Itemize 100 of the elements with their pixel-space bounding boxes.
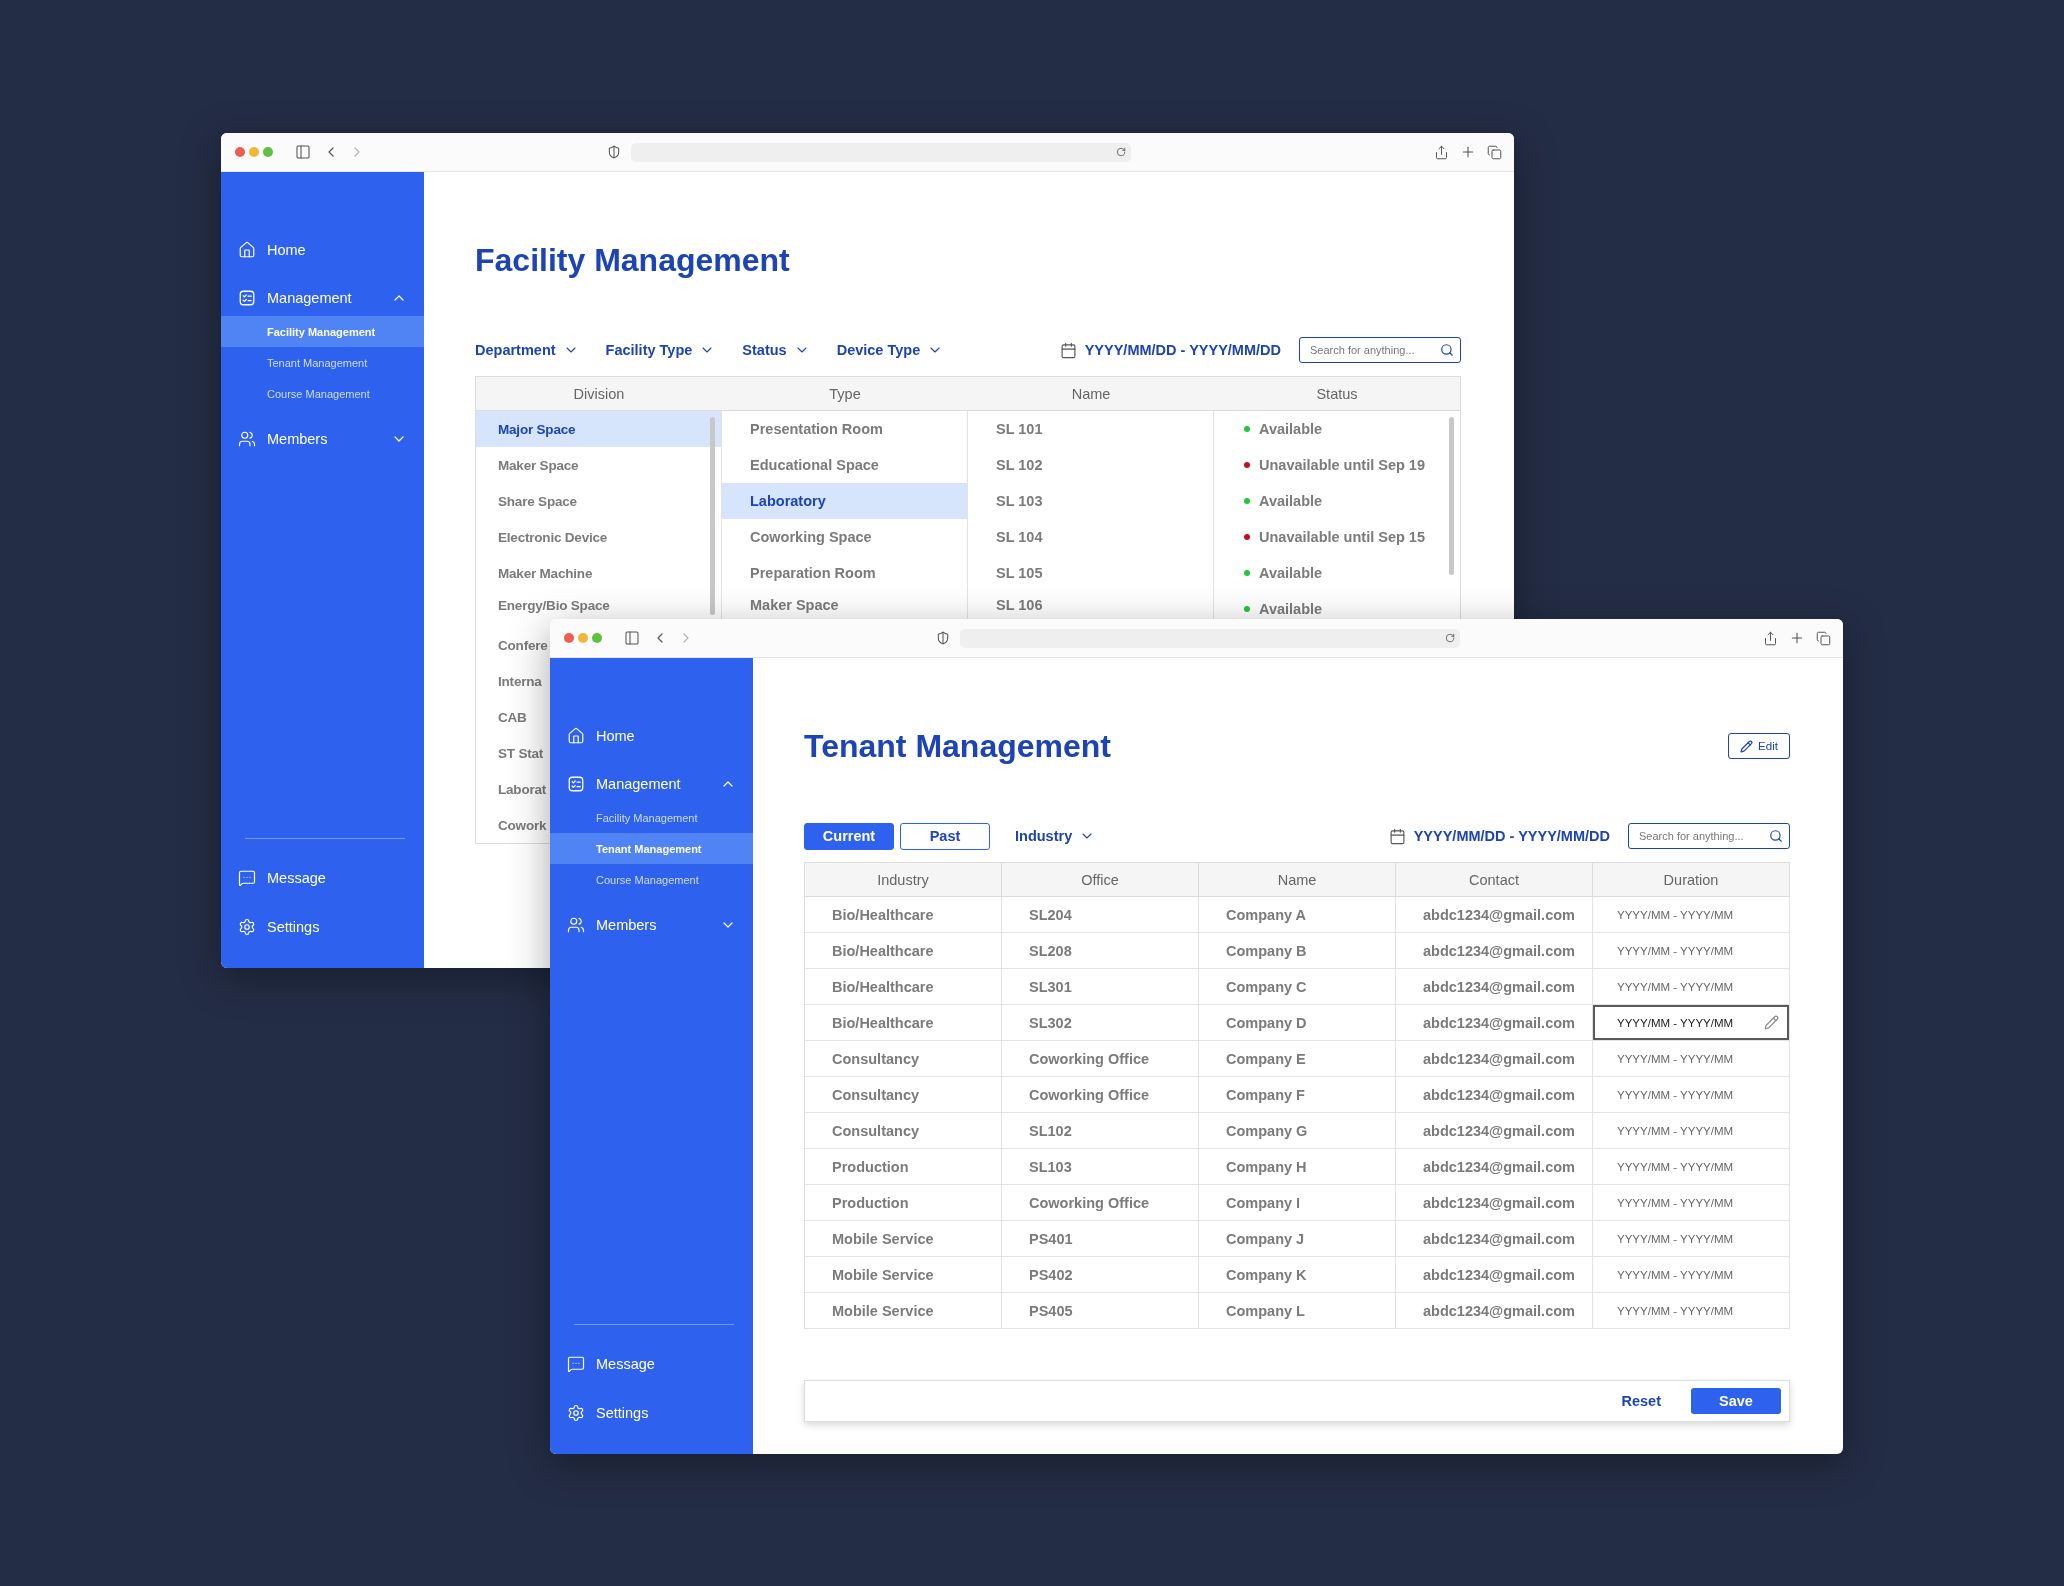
reset-button[interactable]: Reset (1621, 1393, 1661, 1409)
division-item[interactable]: Maker Machine (476, 555, 721, 591)
filter-dropdown[interactable]: Facility Type (605, 342, 716, 358)
checklist-icon (238, 289, 256, 307)
share-icon[interactable] (1763, 630, 1778, 646)
table-cell: PS402 (1002, 1257, 1199, 1293)
sub-nav-item[interactable]: Tenant Management (221, 347, 424, 378)
status-text: Unavailable until Sep 19 (1259, 457, 1425, 473)
search-field[interactable]: Search for anything... (1299, 337, 1461, 363)
division-item[interactable]: Laborat (476, 771, 549, 807)
date-range-picker[interactable]: YYYY/MM/DD - YYYY/MM/DD (1059, 341, 1281, 359)
type-item[interactable]: Presentation Room (722, 411, 967, 447)
minimize-button[interactable] (578, 633, 588, 643)
sub-nav-item[interactable]: Course Management (221, 378, 424, 409)
sub-nav-item[interactable]: Course Management (550, 864, 753, 895)
page-title: Facility Management (475, 241, 790, 279)
close-button[interactable] (235, 147, 245, 157)
filter-dropdown[interactable]: Status (742, 342, 810, 358)
nav-item[interactable]: Message (550, 1346, 753, 1382)
column-header: Industry (805, 863, 1002, 897)
nav-item[interactable]: Management (221, 280, 424, 316)
date-range-picker[interactable]: YYYY/MM/DD - YYYY/MM/DD (1388, 827, 1610, 845)
nav-item[interactable]: Home (550, 718, 753, 754)
shield-icon[interactable] (935, 631, 950, 645)
table-cell: SL301 (1002, 969, 1199, 1005)
type-item[interactable]: Educational Space (722, 447, 967, 483)
sub-nav-item[interactable]: Facility Management (550, 802, 753, 833)
edit-button[interactable]: Edit (1728, 733, 1790, 759)
reload-icon[interactable] (1444, 633, 1455, 643)
division-item[interactable]: Interna (476, 663, 549, 699)
pencil-icon[interactable] (1764, 1015, 1779, 1030)
reload-icon[interactable] (1115, 147, 1126, 157)
table-cell: Production (805, 1149, 1002, 1185)
nav-item[interactable]: Home (221, 232, 424, 268)
division-item[interactable]: Energy/Bio Space (476, 591, 721, 619)
new-tab-icon[interactable] (1460, 144, 1476, 160)
search-icon[interactable] (1769, 829, 1783, 843)
type-item[interactable]: Coworking Space (722, 519, 967, 555)
sidebar-toggle-icon[interactable] (624, 630, 640, 646)
tabs-icon[interactable] (1487, 144, 1502, 160)
type-item[interactable]: Laboratory (722, 483, 967, 519)
settings-icon (567, 1404, 585, 1422)
division-item[interactable]: Major Space (476, 411, 721, 447)
save-button[interactable]: Save (1691, 1388, 1781, 1414)
chat-bubble-icon (238, 869, 256, 887)
tabs-icon[interactable] (1816, 630, 1831, 646)
type-item[interactable]: Preparation Room (722, 555, 967, 591)
nav-item[interactable]: Members (221, 421, 424, 457)
column-header: Status (1214, 377, 1460, 411)
filter-dropdown[interactable]: Device Type (836, 342, 944, 358)
close-button[interactable] (564, 633, 574, 643)
division-item[interactable]: Electronic Device (476, 519, 721, 555)
type-item[interactable]: Maker Space (722, 591, 967, 619)
table-cell: abdc1234@gmail.com (1396, 1221, 1593, 1257)
sidebar-toggle-icon[interactable] (295, 144, 311, 160)
filter-dropdown[interactable]: Department (475, 342, 579, 358)
page-title: Tenant Management (804, 727, 1111, 765)
table-cell: Bio/Healthcare (805, 969, 1002, 1005)
tab[interactable]: Past (900, 822, 990, 850)
nav-item[interactable]: Settings (221, 909, 424, 945)
pencil-icon (1740, 739, 1754, 753)
division-item[interactable]: Confere (476, 627, 549, 663)
nav-item[interactable]: Management (550, 766, 753, 802)
table-cell: PS405 (1002, 1293, 1199, 1329)
status-text: Available (1259, 601, 1323, 617)
search-icon[interactable] (1440, 343, 1454, 357)
minimize-button[interactable] (249, 147, 259, 157)
filter-dropdown[interactable]: Industry (1015, 828, 1096, 844)
scrollbar[interactable] (710, 417, 715, 615)
zoom-button[interactable] (263, 147, 273, 157)
editing-cell[interactable]: YYYY/MM - YYYY/MM (1593, 1005, 1790, 1041)
table-cell: Company C (1199, 969, 1396, 1005)
search-field[interactable]: Search for anything... (1628, 823, 1790, 849)
people-icon (238, 430, 256, 448)
sub-nav-item[interactable]: Tenant Management (550, 833, 753, 864)
settings-icon (238, 918, 256, 936)
nav-item[interactable]: Settings (550, 1395, 753, 1431)
share-icon[interactable] (1434, 144, 1449, 160)
table-cell: Consultancy (805, 1041, 1002, 1077)
shield-icon[interactable] (606, 145, 621, 159)
people-icon (567, 916, 585, 934)
nav-item[interactable]: Members (550, 907, 753, 943)
column-header: Division (476, 377, 722, 411)
division-item[interactable]: CAB (476, 699, 549, 735)
division-item[interactable]: ST Stat (476, 735, 549, 771)
division-item[interactable]: Cowork (476, 807, 549, 843)
zoom-button[interactable] (592, 633, 602, 643)
table-cell: YYYY/MM - YYYY/MM (1593, 897, 1790, 933)
tab[interactable]: Current (804, 822, 894, 850)
division-item[interactable]: Maker Space (476, 447, 721, 483)
division-item[interactable]: Share Space (476, 483, 721, 519)
sub-nav-item[interactable]: Facility Management (221, 316, 424, 347)
table-cell: abdc1234@gmail.com (1396, 1077, 1593, 1113)
scrollbar[interactable] (1449, 417, 1454, 575)
table-cell-text: SL 102 (995, 456, 1044, 475)
table-cell: Mobile Service (805, 1221, 1002, 1257)
table-cell: Coworking Office (1002, 1077, 1199, 1113)
new-tab-icon[interactable] (1789, 630, 1805, 646)
table-cell: YYYY/MM - YYYY/MM (1593, 1221, 1790, 1257)
nav-item[interactable]: Message (221, 860, 424, 896)
